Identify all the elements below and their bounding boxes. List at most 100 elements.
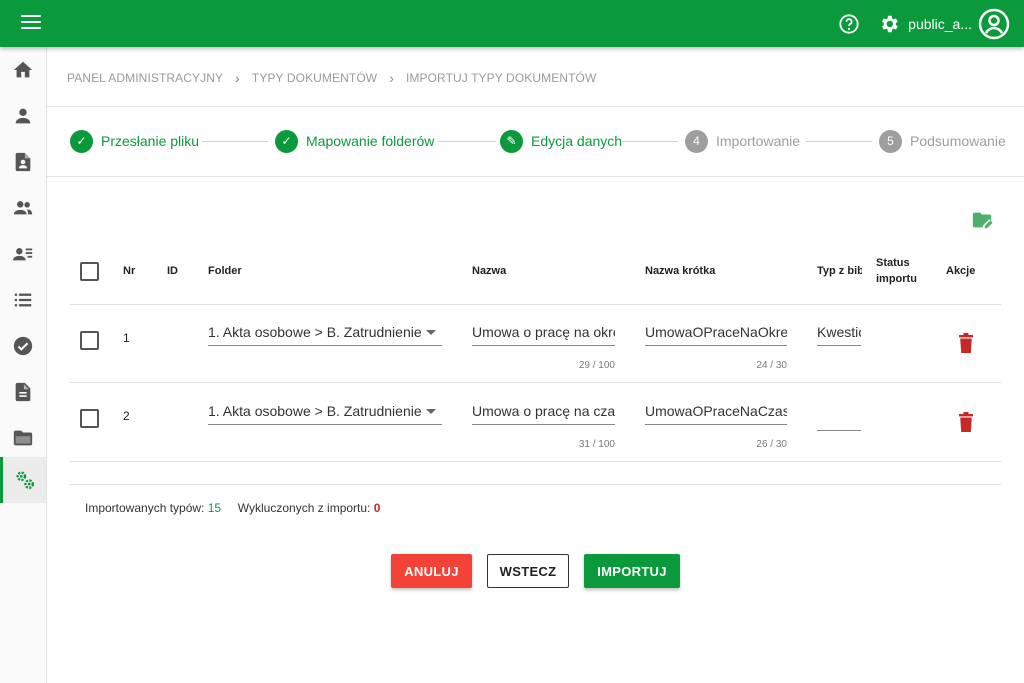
folder-select[interactable]: 1. Akta osobowe > B. Zatrudnienie: [208, 324, 442, 346]
step-label: Przesłanie pliku: [101, 133, 200, 149]
import-summary: Importowanych typów: 15 Wykluczonych z i…: [85, 501, 380, 515]
short-name-input[interactable]: UmowaOPraceNaOkresProbny: [645, 324, 787, 346]
step-upload[interactable]: ✓ Przesłanie pliku: [70, 129, 199, 153]
step-label: Mapowanie folderów: [306, 133, 435, 149]
help-icon[interactable]: [838, 13, 860, 35]
gear-icon[interactable]: [878, 13, 900, 35]
dropdown-arrow-icon: [426, 330, 436, 335]
select-all-checkbox[interactable]: [80, 262, 99, 281]
folder-edit-icon[interactable]: [971, 209, 993, 231]
chevron-right-icon: ›: [235, 70, 240, 86]
row-checkbox[interactable]: [80, 331, 99, 350]
step-summary: 5 Podsumowanie: [879, 129, 1006, 153]
column-header-short-name[interactable]: Nazwa krótka: [645, 265, 715, 277]
imported-types-label: Importowanych typów:: [85, 501, 205, 515]
column-header-nr[interactable]: Nr: [123, 265, 135, 277]
name-char-counter: 31 / 100: [578, 439, 615, 450]
column-header-name[interactable]: Nazwa: [472, 265, 506, 277]
step-connector: [806, 141, 872, 142]
column-header-import-status[interactable]: Status: [876, 257, 910, 269]
table-footer-divider: [70, 484, 1001, 485]
short-name-input[interactable]: UmowaOPraceNaCzasOkreslony: [645, 403, 787, 425]
pencil-icon: ✎: [500, 129, 523, 153]
people-icon: [13, 201, 33, 215]
back-button[interactable]: WSTECZ: [487, 554, 569, 588]
step-connector: [622, 141, 678, 142]
breadcrumb-import-document-types: IMPORTUJ TYPY DOKUMENTÓW: [405, 71, 597, 85]
name-input[interactable]: Umowa o pracę na czas określony: [472, 403, 615, 425]
sidebar: [0, 47, 47, 683]
library-type-select[interactable]: Kwestionariusz: [817, 324, 861, 346]
sidebar-item-home[interactable]: [0, 47, 46, 93]
step-label: Edycja danych: [531, 133, 623, 149]
import-stepper: ✓ Przesłanie pliku ✓ Mapowanie folderów …: [70, 129, 1010, 153]
dropdown-arrow-icon: [426, 409, 436, 414]
divider: [47, 106, 1024, 107]
imported-types-count: 15: [207, 501, 222, 515]
sidebar-item-user[interactable]: [0, 93, 46, 139]
delete-icon[interactable]: [958, 333, 974, 353]
account-avatar-icon[interactable]: [978, 8, 1010, 40]
row-nr: 1: [123, 331, 130, 345]
document-icon: [15, 382, 31, 402]
check-icon: ✓: [70, 129, 93, 153]
breadcrumb: PANEL ADMINISTRACYJNY › TYPY DOKUMENTÓW …: [67, 70, 596, 86]
menu-icon[interactable]: [21, 15, 41, 31]
column-header-import-status-line2: importu: [876, 273, 917, 285]
folder-open-icon: [13, 430, 33, 446]
step-number: 5: [879, 129, 902, 153]
sidebar-item-list[interactable]: [0, 277, 46, 323]
sidebar-item-employee-docs[interactable]: [0, 139, 46, 185]
folder-select-value: 1. Akta osobowe > B. Zatrudnienie: [208, 403, 422, 419]
home-icon: [13, 61, 33, 78]
top-app-bar: public_a...: [0, 0, 1024, 47]
step-folder-mapping[interactable]: ✓ Mapowanie folderów: [275, 129, 434, 153]
breadcrumb-document-types[interactable]: TYPY DOKUMENTÓW: [252, 71, 377, 85]
username-label[interactable]: public_a...: [908, 16, 972, 32]
name-char-counter: 29 / 100: [578, 360, 615, 371]
breadcrumb-admin-panel[interactable]: PANEL ADMINISTRACYJNY: [67, 71, 223, 85]
column-header-id[interactable]: ID: [167, 265, 178, 277]
chevron-right-icon: ›: [389, 70, 394, 86]
step-label: Importowanie: [716, 133, 801, 149]
sidebar-item-approvals[interactable]: [0, 323, 46, 369]
import-button[interactable]: IMPORTUJ: [584, 554, 680, 588]
row-divider: [70, 382, 1001, 383]
excluded-types-count: 0: [373, 501, 381, 515]
name-input[interactable]: Umowa o pracę na okres próbny: [472, 324, 615, 346]
row-nr: 2: [123, 409, 130, 423]
excluded-types-label: Wykluczonych z importu:: [237, 501, 371, 515]
sidebar-item-folders[interactable]: [0, 415, 46, 461]
step-number: 4: [685, 129, 708, 153]
row-divider: [70, 304, 1001, 305]
short-name-char-counter: 24 / 30: [756, 360, 787, 371]
column-header-library-type[interactable]: Typ z bib: [817, 265, 862, 277]
library-type-select[interactable]: [817, 409, 861, 431]
sidebar-item-person-list[interactable]: [0, 231, 46, 277]
list-icon: [14, 293, 32, 307]
sidebar-item-documents[interactable]: [0, 369, 46, 415]
sidebar-item-people[interactable]: [0, 185, 46, 231]
person-icon: [15, 108, 31, 124]
divider: [47, 176, 1024, 177]
column-header-folder[interactable]: Folder: [208, 265, 242, 277]
person-list-icon: [12, 248, 33, 261]
folder-select-value: 1. Akta osobowe > B. Zatrudnienie: [208, 324, 422, 340]
check-icon: ✓: [275, 129, 298, 153]
delete-icon[interactable]: [958, 412, 974, 432]
row-checkbox[interactable]: [80, 409, 99, 428]
step-connector: [202, 141, 268, 142]
step-connector: [438, 141, 496, 142]
row-divider: [70, 461, 1001, 462]
check-circle-icon: [13, 336, 33, 356]
sidebar-item-settings[interactable]: [0, 457, 46, 503]
step-label: Podsumowanie: [910, 133, 1006, 149]
settings-gears-icon: [15, 471, 34, 489]
short-name-char-counter: 26 / 30: [756, 439, 787, 450]
cancel-button[interactable]: ANULUJ: [391, 554, 472, 588]
folder-select[interactable]: 1. Akta osobowe > B. Zatrudnienie: [208, 403, 442, 425]
document-person-icon: [15, 152, 31, 172]
column-header-actions: Akcje: [946, 265, 976, 277]
step-importing: 4 Importowanie: [685, 129, 800, 153]
step-data-editing[interactable]: ✎ Edycja danych: [500, 129, 622, 153]
